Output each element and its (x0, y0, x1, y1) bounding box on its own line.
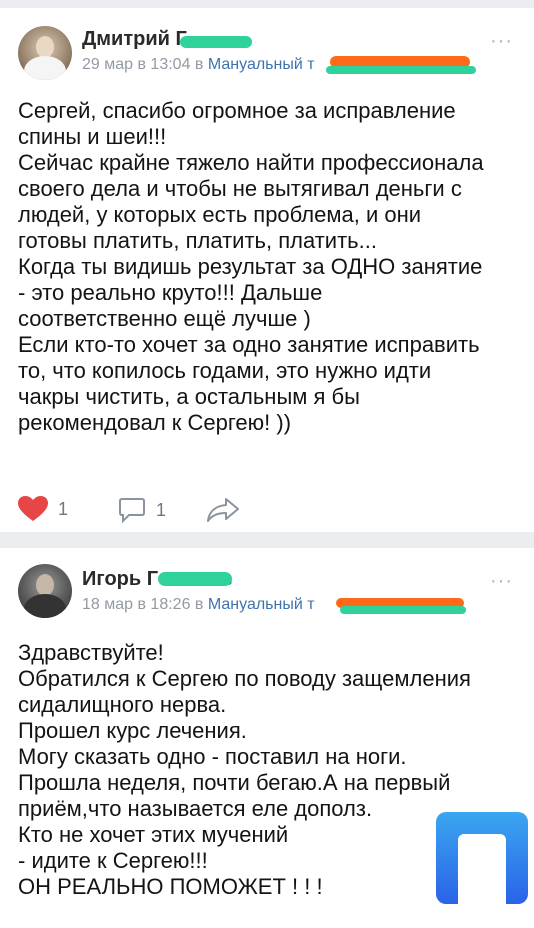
post-card: Дмитрий Г 29 мар в 13:04 в Мануальный т … (0, 8, 534, 532)
post-date: 18 мар в 18:26 в (82, 596, 204, 613)
text-line: людей, у которых есть проблема, и они (18, 202, 422, 227)
text-line: чакры чистить, а остальным я бы (18, 384, 360, 409)
redaction-mark (326, 66, 476, 74)
comment-icon (119, 498, 145, 524)
post-date: 29 мар в 13:04 в (82, 56, 204, 73)
more-icon[interactable]: ··· (490, 570, 513, 593)
text-line: Обратился к Сергею по поводу защемления (18, 666, 471, 691)
text-line: Прошел курс лечения. (18, 718, 247, 743)
avatar[interactable] (18, 564, 72, 618)
text-line: своего дела и чтобы не вытягивал деньги … (18, 176, 462, 201)
text-line: рекомендовал к Сергею! )) (18, 410, 292, 435)
author-name[interactable]: Дмитрий Г (82, 28, 187, 51)
text-line: Могу сказать одно - поставил на ноги. (18, 744, 407, 769)
avatar[interactable] (18, 26, 72, 80)
like-button[interactable]: 1 (18, 496, 68, 522)
comment-count: 1 (156, 499, 167, 520)
text-line: - это реально круто!!! Дальше (18, 280, 323, 305)
heart-icon (18, 496, 48, 521)
post-place-link[interactable]: Мануальный т (208, 56, 315, 73)
text-line: Прошла неделя, почти бегаю.А на первый (18, 770, 451, 795)
author-name-text: Игорь Г (82, 568, 159, 590)
post-meta: 18 мар в 18:26 в Мануальный т (82, 596, 315, 614)
text-line: Сергей, спасибо огромное за исправление (18, 98, 456, 123)
text-line: то, что копилось годами, это нужно идти (18, 358, 432, 383)
text-line: сидалищного нерва. (18, 692, 227, 717)
text-line: Когда ты видишь результат за ОДНО заняти… (18, 254, 483, 279)
redaction-mark (158, 572, 232, 586)
like-count: 1 (58, 498, 69, 519)
post-meta: 29 мар в 13:04 в Мануальный т (82, 56, 315, 74)
watermark-logo (436, 812, 528, 904)
more-icon[interactable]: ··· (490, 30, 513, 53)
post-actions: 1 1 (0, 488, 534, 528)
share-icon (207, 498, 239, 522)
post-place-link[interactable]: Мануальный т (208, 596, 315, 613)
text-line: Сейчас крайне тяжело найти профессионала (18, 150, 484, 175)
text-line: соответственно ещё лучше ) (18, 306, 311, 331)
text-line: готовы платить, платить, платить... (18, 228, 377, 253)
comment-button[interactable]: 1 (118, 496, 166, 524)
post-text: Сергей, спасибо огромное за исправление … (18, 98, 528, 436)
redaction-mark (340, 606, 466, 614)
text-line: Если кто-то хочет за одно занятие исправ… (18, 332, 480, 357)
redaction-mark (180, 36, 252, 48)
text-line: спины и шеи!!! (18, 124, 167, 149)
share-button[interactable] (206, 496, 240, 524)
text-line: Здравствуйте! (18, 640, 164, 665)
